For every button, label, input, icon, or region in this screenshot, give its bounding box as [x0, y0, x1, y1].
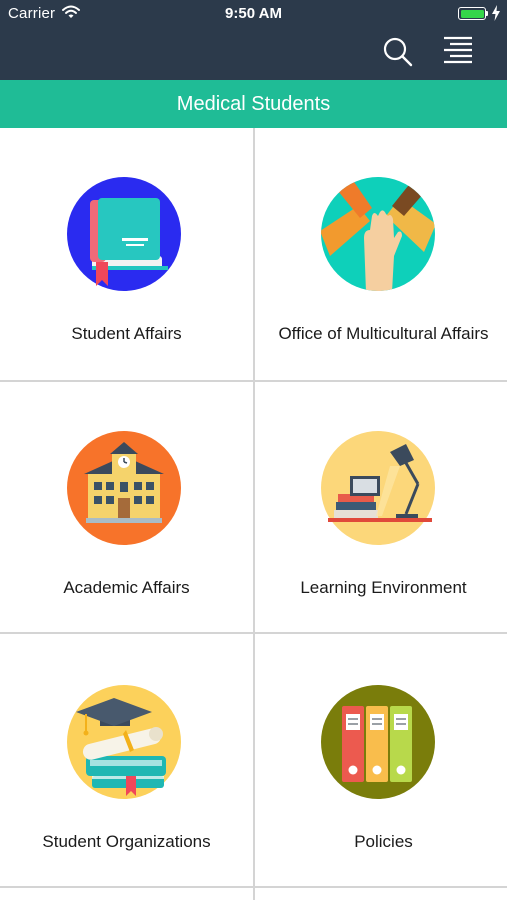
tile-office-of-multicultural-affairs[interactable]: Office of Multicultural Affairs — [255, 128, 507, 380]
top-navigation-bar: Carrier 9:50 AM — [0, 0, 507, 80]
tile-student-organizations[interactable]: Student Organizations — [0, 636, 253, 888]
tile-partial-left[interactable] — [0, 890, 253, 900]
charging-bolt-icon — [492, 5, 500, 21]
status-time: 9:50 AM — [225, 5, 282, 22]
school-building-icon — [66, 430, 182, 546]
grid-divider-horizontal — [0, 380, 507, 382]
status-bar: Carrier 9:50 AM — [0, 0, 507, 28]
grid-divider-vertical — [253, 128, 255, 900]
tile-label: Student Organizations — [42, 832, 211, 851]
menu-icon — [444, 36, 472, 64]
search-button[interactable] — [380, 34, 416, 70]
book-icon — [66, 176, 182, 292]
tile-label: Learning Environment — [300, 578, 467, 597]
tile-partial-right[interactable] — [255, 890, 507, 900]
tile-policies[interactable]: Policies — [255, 636, 507, 888]
search-icon — [383, 37, 413, 67]
tile-student-affairs[interactable]: Student Affairs — [0, 128, 253, 380]
battery-icon — [458, 7, 486, 20]
desk-lamp-icon — [320, 430, 436, 546]
tile-label: Policies — [354, 832, 413, 851]
joined-hands-icon — [320, 176, 436, 292]
binders-icon — [320, 684, 436, 800]
grid-divider-horizontal — [0, 886, 507, 888]
tile-label: Office of Multicultural Affairs — [278, 324, 489, 343]
tile-label: Academic Affairs — [63, 578, 190, 597]
page-title: Medical Students — [0, 80, 507, 128]
menu-button[interactable] — [440, 36, 476, 68]
tile-academic-affairs[interactable]: Academic Affairs — [0, 382, 253, 634]
tile-label: Student Affairs — [71, 324, 182, 343]
graduation-cap-icon — [66, 684, 182, 800]
grid-divider-horizontal — [0, 632, 507, 634]
battery-tip — [486, 11, 488, 16]
tile-learning-environment[interactable]: Learning Environment — [255, 382, 507, 634]
